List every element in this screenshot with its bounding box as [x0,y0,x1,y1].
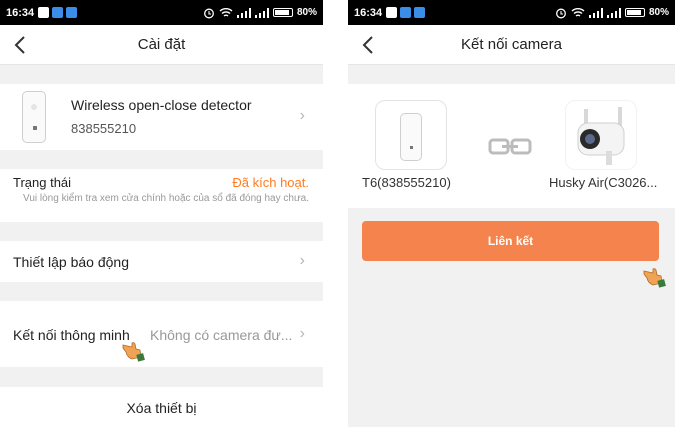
signal-icon [236,7,251,18]
signal-icon [606,7,621,18]
chevron-left-icon[interactable] [10,33,30,57]
camera-icon [577,107,625,165]
page-title: Kết nối camera [461,36,562,53]
signal-icon [588,7,603,18]
pointing-hand-icon [122,342,145,362]
status-bar: 16:34 80% [348,0,675,25]
smart-link-label: Kết nối thông minh [13,327,130,343]
battery-icon [624,8,645,17]
status-label: Trạng thái [13,175,72,190]
device-info-row[interactable]: Wireless open-close detector 838555210 › [0,84,323,150]
battery-level: 80% [648,7,669,18]
notification-icon [386,7,398,18]
link-devices-panel: T6(838555210) Husky Air(C3026... [348,84,675,208]
device-name: Wireless open-close detector [71,97,252,113]
header: Kết nối camera [348,25,675,65]
camera-tile [565,100,637,170]
status-time: 16:34 [354,6,383,19]
settings-screen: 16:34 80% Cài đặt Wireless open-close de… [0,0,323,427]
alarm-clock-icon [556,8,566,18]
notification-icon [66,7,78,18]
status-row: Trạng thái Đã kích hoạt. Vui lòng kiểm t… [0,169,323,222]
door-sensor-icon [22,91,46,143]
status-hint: Vui lòng kiểm tra xem cửa chính hoặc của… [23,193,309,204]
status-time: 16:34 [6,6,35,19]
chevron-right-icon: › [299,252,305,269]
alarm-clock-icon [204,8,214,18]
door-sensor-icon [400,113,422,161]
notification-icon [400,7,412,18]
chain-link-icon [488,138,532,155]
chevron-left-icon[interactable] [358,33,378,57]
alarm-settings-label: Thiết lập báo động [13,254,129,270]
page-title: Cài đặt [137,36,186,53]
delete-device-button[interactable]: Xóa thiết bị [0,400,323,416]
wifi-icon [219,8,233,17]
chevron-right-icon: › [299,325,305,342]
wifi-icon [571,8,585,17]
sensor-tile [375,100,447,170]
smart-link-row[interactable]: Kết nối thông minh Không có camera đư...… [0,301,323,367]
battery-level: 80% [296,7,317,18]
chevron-right-icon: › [299,107,305,124]
sensor-device-label: T6(838555210) [362,175,451,190]
signal-icon [254,7,269,18]
device-serial: 838555210 [71,121,137,136]
camera-link-screen: 16:34 80% Kết nối camera T6(838555210) H… [348,0,675,427]
status-bar: 16:34 80% [0,0,323,25]
alarm-settings-row[interactable]: Thiết lập báo động › [0,241,323,282]
battery-icon [272,8,293,17]
delete-device-row[interactable]: Xóa thiết bị [0,387,323,427]
header: Cài đặt [0,25,323,65]
connect-button[interactable]: Liên kết [362,221,659,261]
notification-icon [414,7,426,18]
notification-icon [52,7,64,18]
notification-icon [38,7,50,18]
pointing-hand-icon [643,268,666,288]
status-value: Đã kích hoạt. [232,175,309,190]
camera-device-label: Husky Air(C3026... [549,175,658,190]
smart-link-value: Không có camera đư... [150,327,293,343]
